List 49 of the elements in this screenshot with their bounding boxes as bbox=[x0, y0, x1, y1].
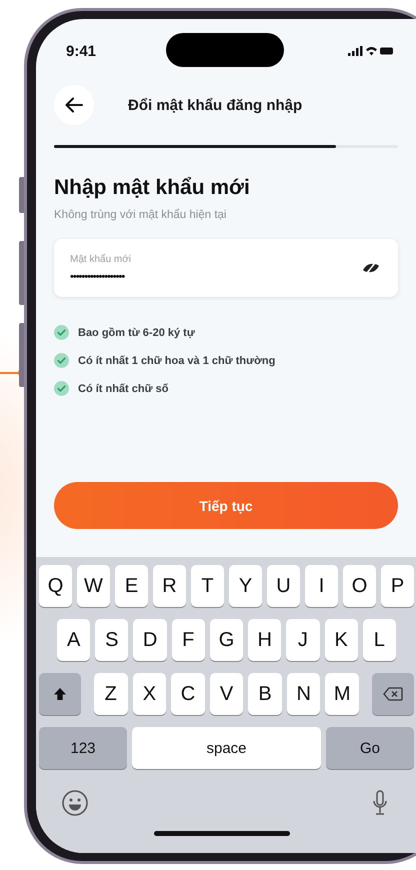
space-key[interactable]: space bbox=[132, 727, 321, 769]
microphone-icon[interactable] bbox=[372, 790, 388, 816]
back-arrow-icon bbox=[65, 97, 83, 113]
emoji-icon[interactable] bbox=[61, 789, 89, 817]
requirement-text: Có ít nhất 1 chữ hoa và 1 chữ thường bbox=[78, 354, 276, 366]
keyboard-key[interactable]: P bbox=[381, 565, 414, 607]
screen-title: Đổi mật khẩu đăng nhập bbox=[128, 96, 302, 114]
back-button[interactable] bbox=[54, 85, 94, 125]
status-time: 9:41 bbox=[66, 42, 96, 60]
keyboard-key[interactable]: J bbox=[286, 619, 320, 661]
page-heading: Nhập mật khẩu mới bbox=[54, 176, 251, 200]
keyboard-key[interactable]: F bbox=[172, 619, 205, 661]
keyboard-key[interactable]: S bbox=[95, 619, 128, 661]
go-key[interactable]: Go bbox=[326, 727, 414, 769]
keyboard-key[interactable]: Y bbox=[229, 565, 262, 607]
password-field[interactable]: Mật khẩu mới ••••••••••••••••••• bbox=[54, 239, 398, 297]
keyboard-key[interactable]: G bbox=[210, 619, 244, 661]
eye-slash-icon[interactable] bbox=[362, 261, 380, 275]
keyboard-key[interactable]: Z bbox=[94, 673, 128, 715]
keyboard-key[interactable]: K bbox=[324, 619, 358, 661]
keyboard-key[interactable]: M bbox=[325, 673, 360, 715]
keyboard-key[interactable]: B bbox=[248, 673, 282, 715]
keyboard-key[interactable]: E bbox=[115, 565, 148, 607]
keyboard-key[interactable]: T bbox=[191, 565, 224, 607]
keyboard-key[interactable]: C bbox=[171, 673, 205, 715]
keyboard-key[interactable]: Q bbox=[39, 565, 72, 607]
backspace-icon bbox=[383, 687, 404, 701]
delete-key[interactable] bbox=[372, 673, 414, 715]
keyboard-key[interactable]: N bbox=[286, 673, 320, 715]
keyboard-key[interactable]: L bbox=[362, 619, 396, 661]
requirement-text: Bao gồm từ 6-20 ký tự bbox=[78, 326, 195, 338]
keyboard-key[interactable]: D bbox=[133, 619, 167, 661]
requirement-text: Có ít nhất chữ số bbox=[78, 382, 168, 394]
shift-key[interactable] bbox=[39, 673, 81, 715]
keyboard-key[interactable]: H bbox=[248, 619, 282, 661]
keyboard-key[interactable]: V bbox=[210, 673, 244, 715]
shift-arrow-icon bbox=[53, 687, 67, 701]
keyboard-key[interactable]: W bbox=[77, 565, 110, 607]
field-value: ••••••••••••••••••• bbox=[70, 270, 126, 282]
keyboard-key[interactable]: U bbox=[267, 565, 300, 607]
keyboard-key[interactable]: X bbox=[132, 673, 166, 715]
keyboard-key[interactable]: A bbox=[57, 619, 90, 661]
status-icons bbox=[348, 45, 394, 57]
keyboard-key[interactable]: I bbox=[305, 565, 338, 607]
keyboard-key[interactable]: R bbox=[153, 565, 186, 607]
page-subheading: Không trùng với mật khẩu hiện tại bbox=[54, 209, 228, 221]
keyboard-key[interactable]: O bbox=[343, 565, 376, 607]
field-label: Mật khẩu mới bbox=[70, 254, 132, 264]
numbers-key[interactable]: 123 bbox=[39, 727, 127, 769]
